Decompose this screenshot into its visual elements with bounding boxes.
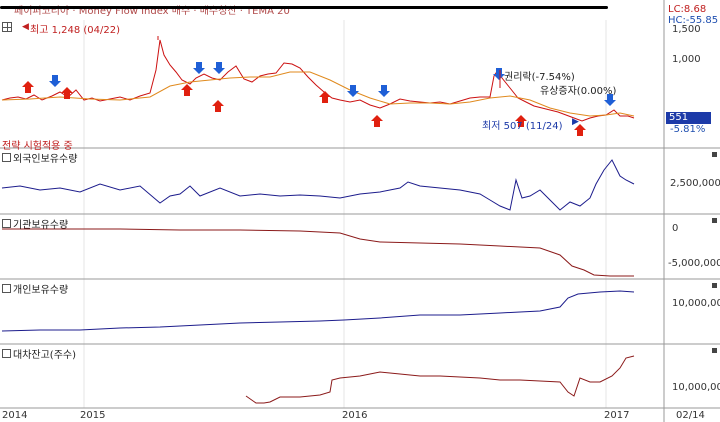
xaxis-label-2016: 2016 (342, 410, 368, 421)
loan-series-line (245, 355, 635, 404)
rights-offering-note: 유상증자(0.00%) (540, 86, 617, 97)
sell-arrow-icon (181, 84, 193, 96)
price-ytick-1000: 1,000 (672, 54, 701, 65)
sell-arrow-icon (319, 91, 331, 103)
panel-square-icon (2, 349, 11, 358)
loan-panel-title: 대차잔고(주수) (2, 346, 76, 361)
panel-square-icon (2, 219, 11, 228)
institution-series-line (2, 228, 634, 277)
panel-menu-icon[interactable] (712, 283, 717, 288)
panel-menu-icon[interactable] (712, 348, 717, 353)
buy-arrow-icon (378, 85, 390, 97)
panel-square-icon (2, 153, 11, 162)
foreign-ytick: 2,500,000 (670, 178, 720, 189)
max-price-note: 최고 1,248 (04/22) (30, 25, 121, 36)
foreign-panel-title: 외국인보유수량 (2, 150, 77, 165)
institution-ytick-0: 0 (672, 223, 679, 234)
individual-ytick: 10,000,000 (672, 298, 720, 309)
sell-arrow-icon (22, 81, 34, 93)
institution-ytick-neg: -5,000,000 (668, 258, 720, 269)
panel-separators (0, 0, 720, 422)
buy-arrow-icon (193, 62, 205, 74)
individual-series-line (1, 290, 635, 332)
max-price-arrow-icon: ◀ (22, 22, 29, 32)
xaxis-label-2014: 2014 (2, 410, 28, 421)
panel-menu-icon[interactable] (712, 152, 717, 157)
buy-arrow-icon (213, 62, 225, 74)
panel-square-icon (2, 284, 11, 293)
title-bar-strike (0, 6, 608, 9)
xaxis-right-date: 02/14 (676, 410, 705, 421)
xaxis-label-2015: 2015 (80, 410, 106, 421)
current-price-badge: 551 (666, 112, 711, 124)
xaxis-label-2017: 2017 (604, 410, 630, 421)
institution-panel-title: 기관보유수량 (2, 216, 68, 231)
ex-rights-note: 권리락(-7.54%) (504, 72, 575, 83)
price-ytick-1500: 1,500 (672, 24, 701, 35)
sell-arrow-icon (371, 115, 383, 127)
buy-arrow-icon (49, 75, 61, 87)
individual-panel-title: 개인보유수량 (2, 281, 68, 296)
lc-label: LC:8.68 (668, 4, 707, 15)
sell-arrow-icon (212, 100, 224, 112)
min-price-note: 최저 507 (11/24) (482, 121, 563, 132)
panel-menu-icon[interactable] (712, 218, 717, 223)
current-change-label: -5.81% (670, 124, 706, 135)
chart-canvas (0, 0, 720, 422)
chart-title: 페이퍼코리아 · Money Flow Index 매수 · 매수청산 · TE… (14, 6, 290, 17)
buy-arrow-icon (347, 85, 359, 97)
grid-icon[interactable] (2, 22, 12, 32)
min-price-arrow-icon: ▶ (572, 117, 579, 127)
loan-ytick: 10,000,000 (672, 382, 720, 393)
foreign-series-line (1, 159, 635, 211)
